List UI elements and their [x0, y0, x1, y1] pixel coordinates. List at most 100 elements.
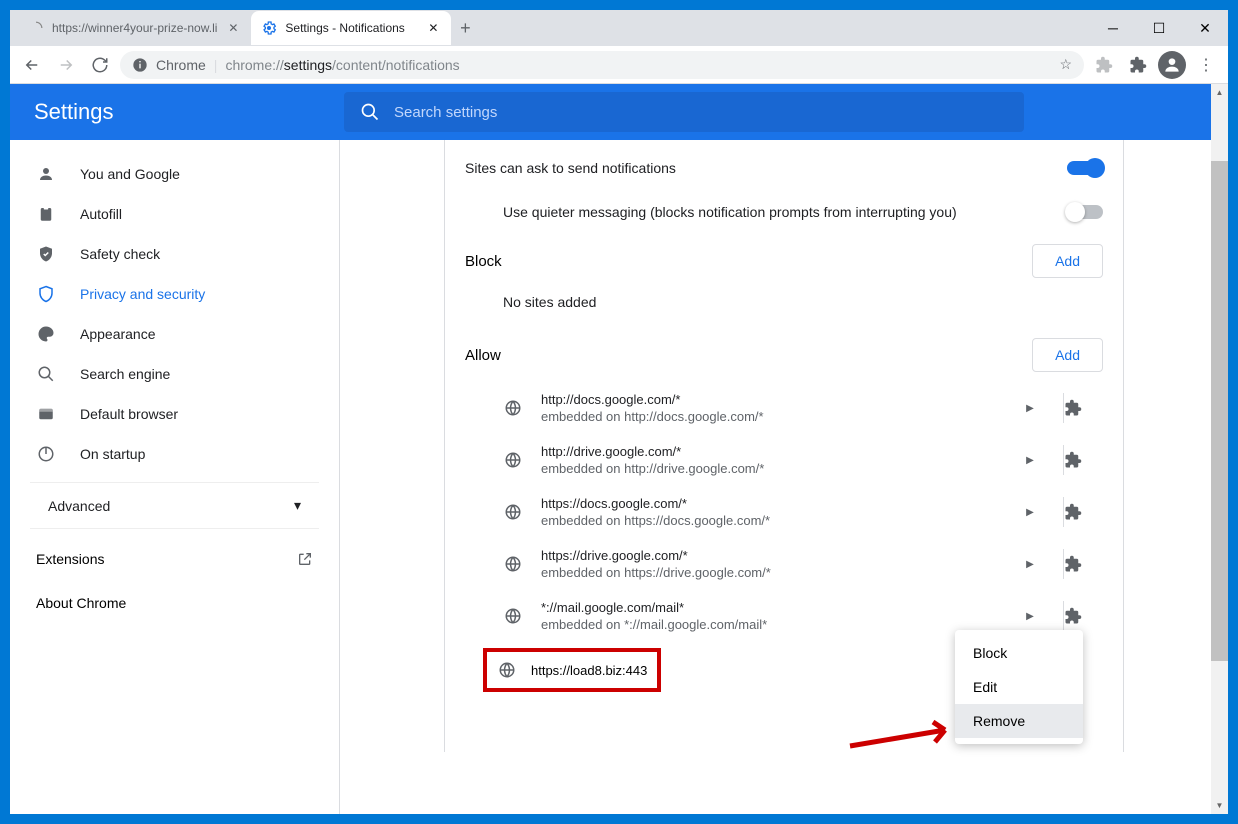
allow-section: Allow Add: [445, 328, 1123, 382]
quiet-messaging-row: Use quieter messaging (blocks notificati…: [445, 190, 1123, 234]
sidebar-label: Autofill: [80, 206, 122, 222]
scroll-down-icon[interactable]: ▼: [1211, 797, 1228, 814]
search-icon: [360, 102, 380, 122]
content-area: Settings You and Google Autofill Safety …: [10, 84, 1228, 814]
palette-icon: [36, 325, 56, 343]
chevron-right-icon[interactable]: ▶: [1015, 559, 1045, 570]
extension-icon[interactable]: [1063, 393, 1103, 423]
ctx-remove[interactable]: Remove: [955, 704, 1083, 738]
sidebar-item-privacy[interactable]: Privacy and security: [18, 274, 331, 314]
scrollbar-thumb[interactable]: [1211, 161, 1228, 661]
sites-ask-row: Sites can ask to send notifications: [445, 146, 1123, 190]
chevron-right-icon[interactable]: ▶: [1015, 507, 1045, 518]
block-heading: Block: [465, 253, 502, 270]
site-embedded: embedded on http://docs.google.com/*: [541, 409, 997, 424]
sidebar-about[interactable]: About Chrome: [18, 581, 331, 625]
extensions-icon[interactable]: [1124, 51, 1152, 79]
profile-avatar[interactable]: [1158, 51, 1186, 79]
extensions-label: Extensions: [36, 551, 104, 567]
site-text: *://mail.google.com/mail* embedded on *:/…: [541, 600, 997, 632]
toolbar: Chrome | chrome://settings/content/notif…: [10, 46, 1228, 84]
quiet-toggle[interactable]: [1067, 205, 1103, 219]
sidebar-item-you-and-google[interactable]: You and Google: [18, 154, 331, 194]
globe-icon: [503, 606, 523, 626]
settings-search[interactable]: [344, 92, 1024, 132]
settings-header: Settings: [10, 84, 1228, 140]
sites-ask-label: Sites can ask to send notifications: [465, 160, 1067, 176]
maximize-button[interactable]: ☐: [1136, 10, 1182, 46]
sidebar-advanced[interactable]: Advanced▾: [30, 482, 319, 529]
browser-icon: [36, 405, 56, 423]
site-row: http://drive.google.com/* embedded on htt…: [445, 434, 1123, 486]
quiet-label: Use quieter messaging (blocks notificati…: [503, 204, 1067, 220]
close-icon[interactable]: ✕: [225, 20, 241, 36]
sidebar-label: You and Google: [80, 166, 180, 182]
sites-ask-toggle[interactable]: [1067, 161, 1103, 175]
site-url: *://mail.google.com/mail*: [541, 600, 997, 615]
ctx-edit[interactable]: Edit: [955, 670, 1083, 704]
sidebar-item-appearance[interactable]: Appearance: [18, 314, 331, 354]
tab-1[interactable]: Settings - Notifications ✕: [251, 11, 451, 45]
settings-panel: Sites can ask to send notifications Use …: [340, 140, 1228, 814]
sidebar-item-safety-check[interactable]: Safety check: [18, 234, 331, 274]
sidebar-extensions[interactable]: Extensions: [18, 537, 331, 581]
window-controls: ─ ☐ ✕: [1090, 10, 1228, 46]
tab-title: https://winner4your-prize-now.li: [52, 21, 217, 35]
extensions-puzzle-icon[interactable]: [1090, 51, 1118, 79]
extension-icon[interactable]: [1063, 497, 1103, 527]
chevron-down-icon: ▾: [294, 497, 301, 514]
search-icon: [36, 365, 56, 383]
sidebar-item-autofill[interactable]: Autofill: [18, 194, 331, 234]
bookmark-icon[interactable]: ☆: [1059, 56, 1072, 73]
site-url: http://docs.google.com/*: [541, 392, 997, 407]
site-embedded: embedded on *://mail.google.com/mail*: [541, 617, 997, 632]
scroll-up-icon[interactable]: ▲: [1211, 84, 1228, 101]
sidebar: You and Google Autofill Safety check Pri…: [10, 140, 340, 814]
chevron-right-icon[interactable]: ▶: [1015, 403, 1045, 414]
extension-icon[interactable]: [1063, 601, 1103, 631]
sidebar-label: On startup: [80, 446, 145, 462]
ctx-block[interactable]: Block: [955, 636, 1083, 670]
close-icon[interactable]: ✕: [425, 20, 441, 36]
globe-icon: [503, 398, 523, 418]
search-input[interactable]: [394, 104, 1008, 121]
site-info-icon[interactable]: [132, 57, 148, 73]
globe-icon: [503, 450, 523, 470]
loading-icon: [28, 20, 44, 36]
url-app: Chrome: [156, 57, 206, 73]
close-window-button[interactable]: ✕: [1182, 10, 1228, 46]
sidebar-label: Privacy and security: [80, 286, 205, 302]
chevron-right-icon[interactable]: ▶: [1015, 611, 1045, 622]
sidebar-label: Default browser: [80, 406, 178, 422]
url-pre: chrome://: [225, 57, 283, 73]
chevron-right-icon[interactable]: ▶: [1015, 455, 1045, 466]
person-icon: [36, 165, 56, 183]
shield-icon: [36, 285, 56, 303]
site-text: https://drive.google.com/*embedded on ht…: [541, 548, 997, 580]
reload-button[interactable]: [86, 51, 114, 79]
chrome-window: https://winner4your-prize-now.li ✕ Setti…: [10, 10, 1228, 814]
forward-button[interactable]: [52, 51, 80, 79]
site-embedded: embedded on http://drive.google.com/*: [541, 461, 997, 476]
tab-strip: https://winner4your-prize-now.li ✕ Setti…: [10, 10, 1228, 46]
extension-icon[interactable]: [1063, 549, 1103, 579]
new-tab-button[interactable]: +: [451, 14, 479, 42]
vertical-scrollbar[interactable]: ▲ ▼: [1211, 84, 1228, 814]
url-post: /content/notifications: [332, 57, 460, 73]
minimize-button[interactable]: ─: [1090, 10, 1136, 46]
tab-0[interactable]: https://winner4your-prize-now.li ✕: [18, 11, 251, 45]
allow-heading: Allow: [465, 347, 501, 364]
sidebar-label: Search engine: [80, 366, 170, 382]
sidebar-item-on-startup[interactable]: On startup: [18, 434, 331, 474]
extension-icon[interactable]: [1063, 445, 1103, 475]
sidebar-item-search-engine[interactable]: Search engine: [18, 354, 331, 394]
sidebar-item-default-browser[interactable]: Default browser: [18, 394, 331, 434]
add-allow-button[interactable]: Add: [1032, 338, 1103, 372]
sidebar-label: Appearance: [80, 326, 156, 342]
site-url: http://drive.google.com/*: [541, 444, 997, 459]
back-button[interactable]: [18, 51, 46, 79]
add-block-button[interactable]: Add: [1032, 244, 1103, 278]
omnibox[interactable]: Chrome | chrome://settings/content/notif…: [120, 51, 1084, 79]
menu-button[interactable]: ⋮: [1192, 51, 1220, 79]
site-text: http://drive.google.com/* embedded on htt…: [541, 444, 997, 476]
